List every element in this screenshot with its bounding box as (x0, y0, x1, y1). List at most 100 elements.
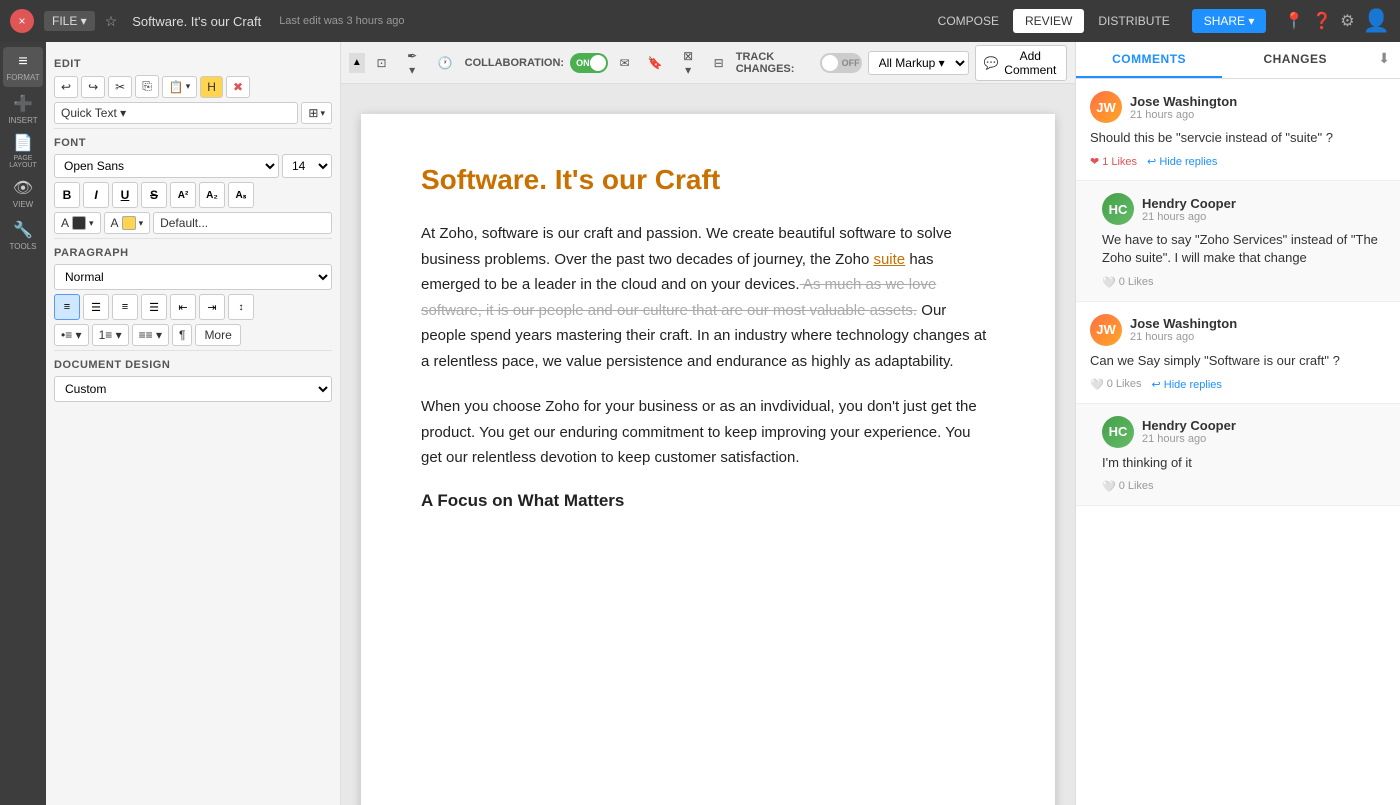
like-button[interactable]: ❤ 1 Likes (1090, 155, 1137, 168)
layout-tool-button[interactable]: ⊡ (371, 53, 393, 73)
comment-icon: 💬 (984, 56, 999, 70)
editor-toolbar: ▲ ⊡ ✒ ▾ 🕐 COLLABORATION: ON ✉ 🔖 ⊠ ▾ ⊟ TR… (341, 42, 1075, 84)
share-button[interactable]: SHARE ▾ (1192, 9, 1267, 33)
bg-color-button[interactable]: A ▾ (104, 212, 151, 234)
highlight-button[interactable]: H (200, 76, 223, 98)
cut-button[interactable]: ✂ (108, 76, 132, 98)
top-nav: × FILE ▾ ☆ Software. It's our Craft Last… (0, 0, 1400, 42)
undo-button[interactable]: ↩ (54, 76, 78, 98)
sidebar-item-format[interactable]: ≡ FORMAT (3, 47, 43, 87)
mail-tool-button[interactable]: ✉ (614, 53, 636, 73)
superscript-button[interactable]: A² (170, 182, 196, 208)
bg-color-preview (122, 216, 136, 230)
comments-tab[interactable]: COMMENTS (1076, 42, 1222, 78)
hide-replies-button[interactable]: ↩ Hide replies (1152, 378, 1222, 391)
like-button[interactable]: 🤍 0 Likes (1102, 276, 1154, 289)
edit-toolbar-row: ↩ ↪ ✂ ⎘ 📋▾ H ✖ (54, 75, 332, 98)
italic-button[interactable]: I (83, 182, 109, 208)
changes-tab[interactable]: CHANGES (1222, 42, 1368, 78)
line-spacing-button[interactable]: ↕ (228, 294, 254, 320)
sidebar-item-tools[interactable]: 🔧 TOOLS (3, 215, 43, 255)
font-size-select[interactable]: 14 (282, 154, 332, 178)
track-changes-toggle[interactable]: OFF (820, 53, 862, 73)
font-color-label: A (61, 216, 69, 230)
insert-special-button[interactable]: ⊞▾ (301, 102, 332, 124)
bullet-list-button[interactable]: •≡ ▾ (54, 324, 89, 346)
collaboration-toggle[interactable]: ON (570, 53, 608, 73)
review-nav-button[interactable]: REVIEW (1013, 9, 1084, 33)
underline-button[interactable]: U (112, 182, 138, 208)
comment-actions: 🤍 0 Likes (1102, 276, 1386, 289)
indent-increase-button[interactable]: ⇥ (199, 294, 225, 320)
filter-icon[interactable]: ⬇ (1368, 42, 1400, 78)
sidebar-item-view[interactable]: 👁 VIEW (3, 173, 43, 213)
list-row: •≡ ▾ 1≡ ▾ ≡≡ ▾ ¶ More (54, 324, 332, 346)
suite-word: suite (873, 251, 905, 268)
sidebar-item-insert[interactable]: ➕ INSERT (3, 89, 43, 129)
settings-icon[interactable]: ⚙ (1340, 11, 1354, 31)
bg-color-arrow: ▾ (139, 218, 144, 229)
document-paragraph-2[interactable]: When you choose Zoho for your business o… (421, 394, 995, 471)
bookmark-tool-button[interactable]: 🔖 (642, 53, 669, 73)
clear-format-button[interactable]: ✖ (226, 76, 250, 98)
comments-header: COMMENTS CHANGES ⬇ (1076, 42, 1400, 79)
paste-button[interactable]: 📋▾ (162, 76, 197, 98)
track-toggle-knob (822, 55, 838, 71)
location-icon[interactable]: 📍 (1284, 11, 1304, 31)
paragraph-style-select[interactable]: Normal (54, 264, 332, 290)
strike-button[interactable]: S (141, 182, 167, 208)
subscript-button[interactable]: A₂ (199, 182, 225, 208)
align-right-button[interactable]: ≡ (112, 294, 138, 320)
small-text-button[interactable]: Aₛ (228, 182, 254, 208)
clock-tool-button[interactable]: 🕐 (432, 53, 459, 73)
redo-button[interactable]: ↪ (81, 76, 105, 98)
pilcrow-button[interactable]: ¶ (172, 324, 192, 346)
bold-button[interactable]: B (54, 182, 80, 208)
align-justify-button[interactable]: ☰ (141, 294, 167, 320)
number-list-button[interactable]: 1≡ ▾ (92, 324, 129, 346)
copy-button[interactable]: ⎘ (135, 75, 159, 98)
star-icon[interactable]: ☆ (105, 13, 118, 30)
table-tool-button[interactable]: ⊠ ▾ (675, 46, 702, 80)
avatar: HC (1102, 193, 1134, 225)
file-menu-button[interactable]: FILE ▾ (44, 11, 95, 31)
author-info: Jose Washington 21 hours ago (1130, 94, 1237, 121)
avatar: HC (1102, 416, 1134, 448)
font-color-button[interactable]: A ▾ (54, 212, 101, 234)
align-center-button[interactable]: ☰ (83, 294, 109, 320)
document-page[interactable]: Software. It's our Craft At Zoho, softwa… (361, 114, 1055, 805)
bg-color-label: A (111, 216, 119, 230)
default-format-button[interactable]: Default... (153, 212, 332, 234)
format-tool-button[interactable]: ✒ ▾ (399, 46, 426, 80)
distribute-nav-button[interactable]: DISTRIBUTE (1086, 9, 1181, 33)
quick-text-button[interactable]: Quick Text ▾ (54, 102, 298, 124)
compose-nav-button[interactable]: COMPOSE (926, 9, 1011, 33)
align-left-button[interactable]: ≡ (54, 294, 80, 320)
document-paragraph-1[interactable]: At Zoho, software is our craft and passi… (421, 221, 995, 374)
more-button[interactable]: More (195, 324, 240, 346)
document-style-select[interactable]: Custom (54, 376, 332, 402)
comment-item: HC Hendry Cooper 21 hours ago We have to… (1076, 181, 1400, 301)
user-avatar[interactable]: 👤 (1363, 8, 1390, 34)
help-icon[interactable]: ❓ (1312, 11, 1332, 31)
toggle-off-text: OFF (838, 58, 860, 68)
indent-decrease-button[interactable]: ⇤ (170, 294, 196, 320)
font-family-select[interactable]: Open Sans (54, 154, 279, 178)
scroll-up-button[interactable]: ▲ (349, 53, 365, 73)
like-button[interactable]: 🤍 0 Likes (1102, 480, 1154, 493)
markup-select[interactable]: All Markup ▾ (868, 51, 969, 75)
close-button[interactable]: × (10, 9, 34, 33)
comment-actions: 🤍 0 Likes ↩ Hide replies (1090, 378, 1386, 391)
sidebar-item-page-layout[interactable]: 📄 PAGELAYOUT (3, 131, 43, 171)
hide-replies-button[interactable]: ↩ Hide replies (1147, 155, 1217, 168)
document-design-section-title: DOCUMENT DESIGN (54, 359, 332, 371)
toggle-on-text: ON (572, 58, 590, 68)
font-section-title: FONT (54, 137, 332, 149)
like-button[interactable]: 🤍 0 Likes (1090, 378, 1142, 391)
frame-tool-button[interactable]: ⊟ (708, 53, 730, 73)
multilevel-list-button[interactable]: ≡≡ ▾ (132, 324, 169, 346)
sidebar-label-format: FORMAT (6, 73, 39, 82)
add-comment-button[interactable]: 💬 Add Comment (975, 45, 1067, 81)
comment-item: HC Hendry Cooper 21 hours ago I'm thinki… (1076, 404, 1400, 506)
left-sidebar: ≡ FORMAT ➕ INSERT 📄 PAGELAYOUT 👁 VIEW 🔧 … (0, 42, 46, 805)
